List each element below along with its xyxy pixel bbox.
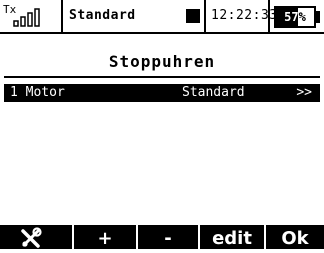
signal-strength-icon (13, 8, 40, 27)
status-bar: Tx Standard 12:22:33 57% (0, 0, 324, 34)
ok-button[interactable]: Ok (266, 225, 324, 249)
minus-button[interactable]: - (138, 225, 198, 249)
model-cell[interactable]: Standard (63, 0, 206, 32)
tools-icon (21, 227, 42, 248)
battery-indicator: 57% (274, 6, 316, 28)
model-name: Standard (69, 8, 136, 23)
list-item[interactable]: 1 Motor Standard >> (4, 84, 320, 102)
tools-button[interactable] (0, 225, 62, 249)
tx-signal-cell: Tx (3, 0, 63, 32)
battery-percent: 57% (284, 10, 306, 24)
battery-terminal (316, 11, 320, 23)
softkey-bar: + - edit Ok (0, 225, 324, 249)
list-item-name: 1 Motor (10, 85, 65, 100)
page-title: Stoppuhren (108, 52, 216, 71)
filled-square-icon (186, 9, 200, 23)
edit-button[interactable]: edit (200, 225, 264, 249)
list-item-arrow: >> (296, 85, 312, 100)
list-item-value: Standard (182, 85, 245, 100)
title-divider (4, 76, 320, 78)
time-cell: 12:22:33 (206, 0, 277, 32)
plus-button[interactable]: + (74, 225, 136, 249)
clock-time: 12:22:33 (211, 8, 278, 23)
